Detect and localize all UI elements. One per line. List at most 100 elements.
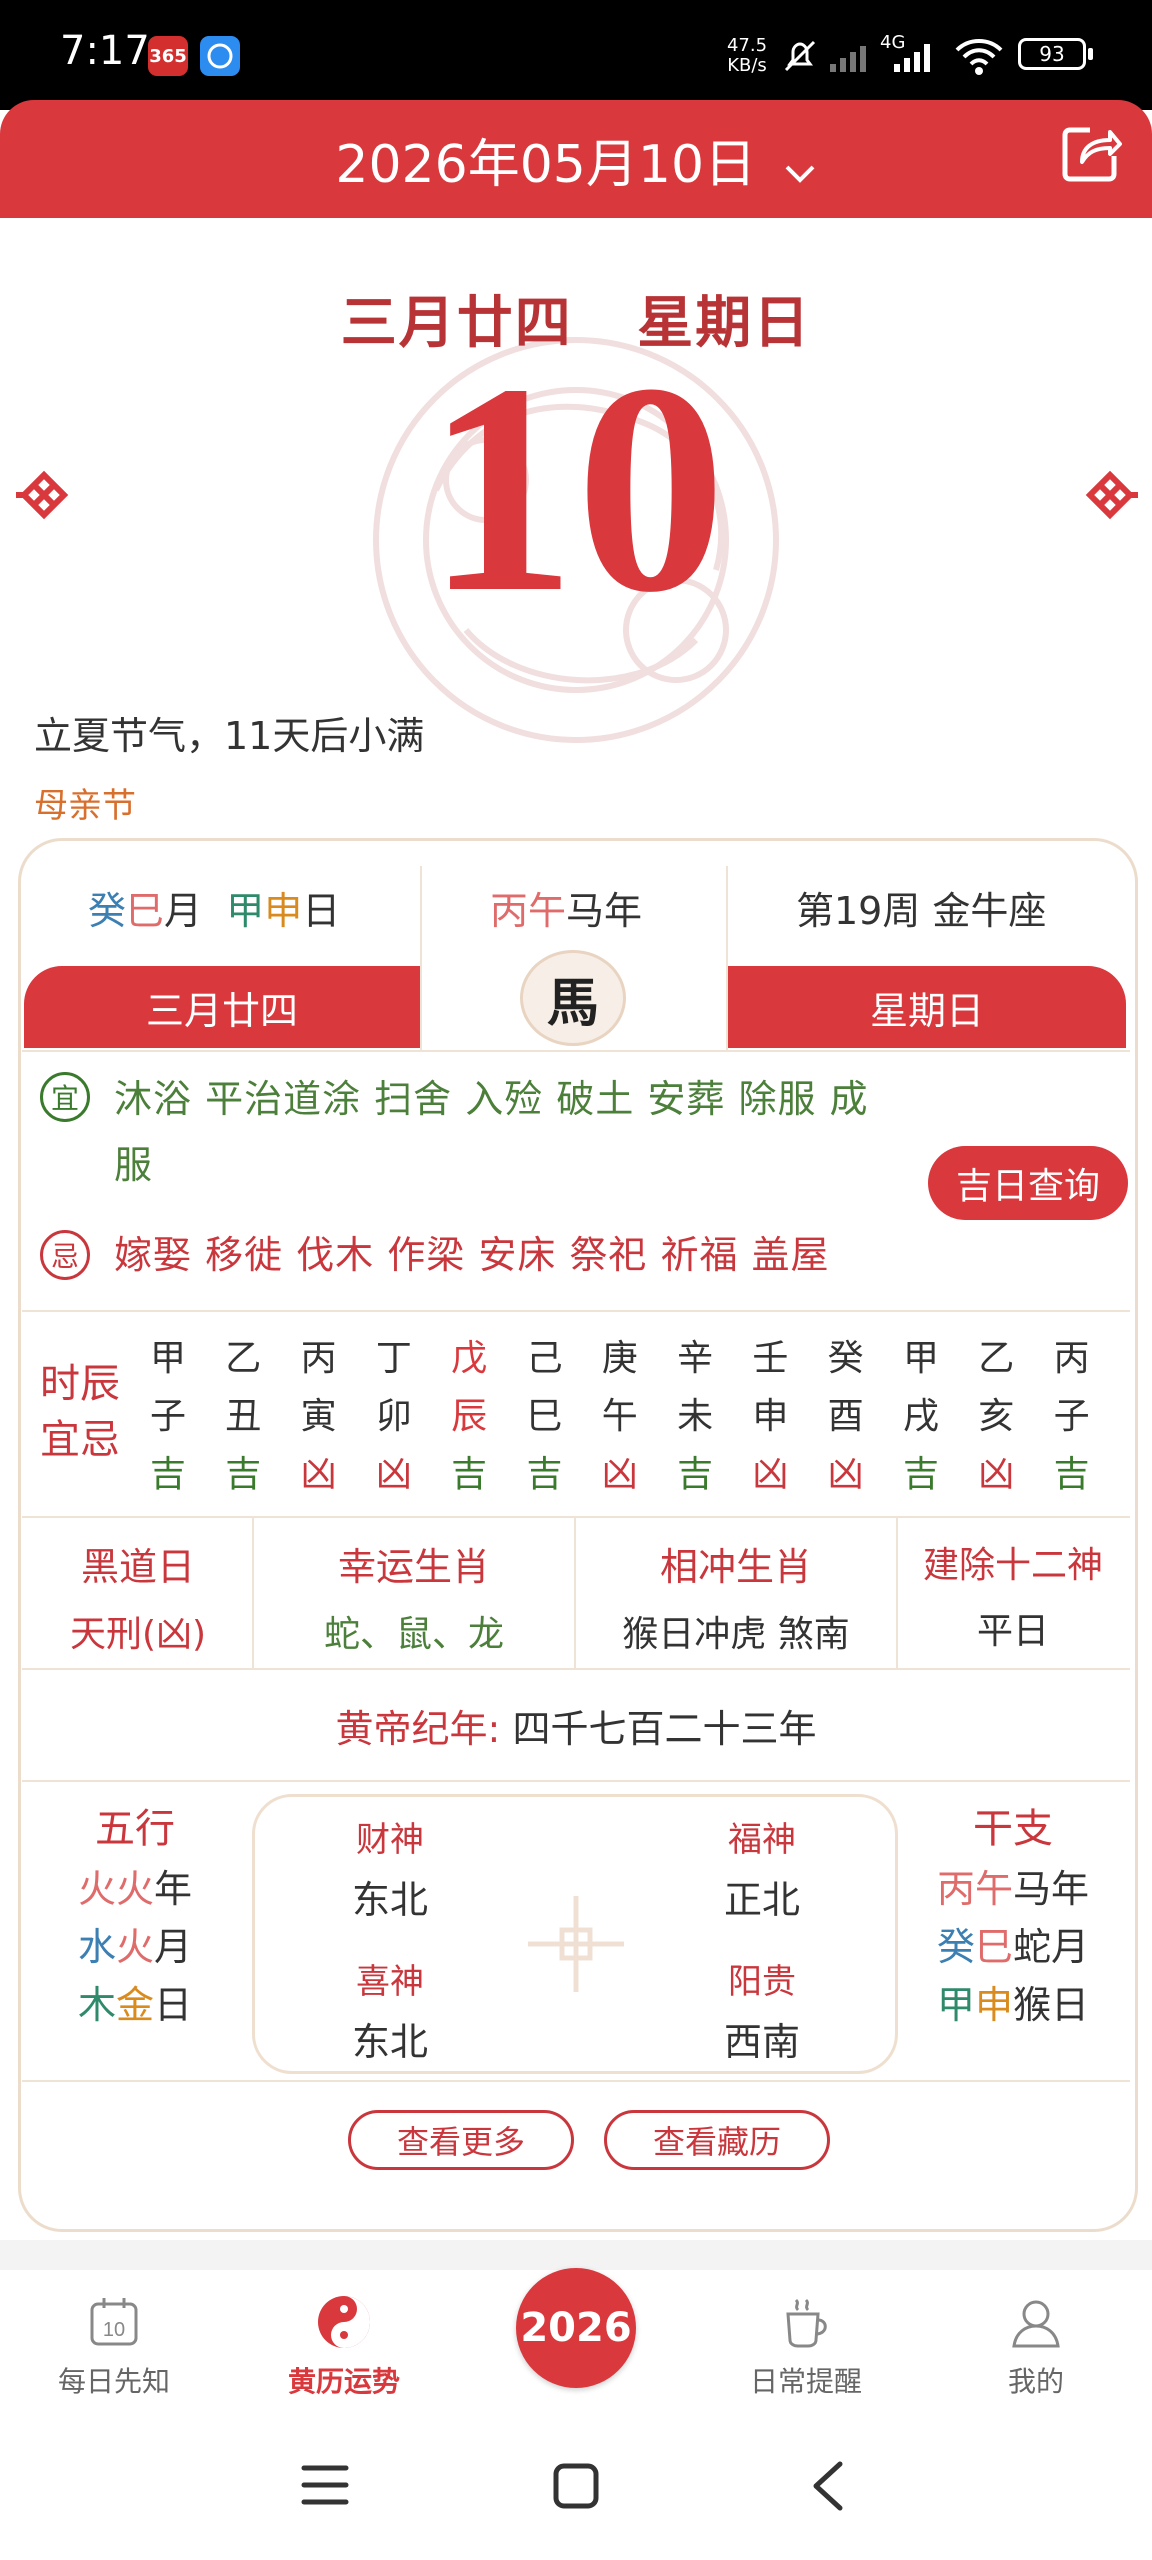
shichen-luck: 凶 — [375, 1454, 412, 1495]
shichen-luck: 吉 — [1053, 1454, 1090, 1495]
shichen-stem: 甲 — [902, 1338, 939, 1379]
profile-icon — [1008, 2294, 1064, 2350]
shichen-stem: 丙 — [300, 1338, 337, 1379]
yi-badge: 宜 — [40, 1072, 90, 1122]
next-day-knot-icon[interactable] — [1080, 455, 1140, 520]
god-fortune: 福神 正北 — [723, 1820, 800, 1922]
black-day-cell: 黑道日 天刑(凶) — [69, 1545, 207, 1655]
god-joy: 喜神 东北 — [351, 1962, 428, 2064]
shichen-luck: 吉 — [677, 1454, 714, 1495]
nav-almanac-fortune[interactable]: 黄历运势 — [254, 2294, 434, 2400]
shichen-column: 丁卯凶 — [364, 1330, 424, 1504]
shichen-branch: 酉 — [827, 1396, 864, 1437]
battery-tip — [1088, 48, 1093, 60]
home-icon[interactable] — [552, 2462, 600, 2514]
shichen-branch: 巳 — [526, 1396, 563, 1437]
shichen-column: 癸酉凶 — [816, 1330, 876, 1504]
lucky-zodiac-cell: 幸运生肖 蛇、鼠、龙 — [323, 1545, 504, 1655]
ji-badge: 忌 — [40, 1230, 90, 1280]
weekday-bar: 星期日 — [728, 966, 1126, 1048]
solar-term-text: 立夏节气，11天后小满 — [34, 714, 425, 758]
nav-daily-reminder[interactable]: 日常提醒 — [716, 2294, 896, 2400]
shichen-stem: 辛 — [677, 1338, 714, 1379]
compass-cross-icon — [524, 1892, 628, 2000]
shichen-stem: 壬 — [752, 1338, 789, 1379]
date-picker[interactable]: 2026年05月10日 — [0, 122, 1152, 198]
cup-icon — [778, 2294, 834, 2350]
day-number: 10 — [426, 322, 726, 654]
shichen-luck: 凶 — [752, 1454, 789, 1495]
shichen-stem: 己 — [526, 1338, 563, 1379]
yin-yang-icon — [316, 2294, 372, 2350]
shichen-column: 乙丑吉 — [213, 1330, 273, 1504]
battery-indicator: 93 — [1018, 38, 1086, 70]
mute-icon — [780, 36, 820, 80]
shichen-grid: 甲子吉 乙丑吉 丙寅凶 丁卯凶 戊辰吉 己巳吉 庚午凶 辛未吉 壬申凶 癸酉凶 甲戌吉 乙亥凶 丙子吉 — [138, 1330, 1118, 1500]
clash-zodiac-cell: 相冲生肖 猴日冲虎 煞南 — [622, 1545, 850, 1655]
shichen-luck: 吉 — [902, 1454, 939, 1495]
back-icon[interactable] — [808, 2460, 848, 2516]
lunar-date-bar: 三月廿四 — [24, 966, 420, 1048]
shichen-branch: 子 — [1053, 1396, 1090, 1437]
divider — [22, 1780, 1130, 1782]
shichen-luck: 凶 — [978, 1454, 1015, 1495]
yi-activities[interactable]: 沐浴 平治道涂 扫舍 入殓 破土 安葬 除服 成 服 — [114, 1066, 869, 1198]
shichen-column: 甲戌吉 — [891, 1330, 951, 1504]
bottom-navigation: 10 每日先知 黄历运势 2026 日常提醒 我的 — [0, 2268, 1152, 2412]
week-zodiac-info: 第19周 金牛座 — [796, 889, 1047, 933]
shichen-column: 乙亥凶 — [966, 1330, 1026, 1504]
huangdi-year: 黄帝纪年: 四千七百二十三年 — [335, 1707, 817, 1751]
share-icon[interactable] — [1060, 122, 1122, 188]
shichen-branch: 丑 — [225, 1396, 262, 1437]
nav-profile[interactable]: 我的 — [946, 2294, 1126, 2400]
festival-label[interactable]: 母亲节 — [34, 778, 136, 827]
section-gap — [0, 2240, 1152, 2270]
ganzhi-section: 干支 丙午马年 癸巳蛇月 甲申猴日 — [936, 1806, 1090, 2027]
shichen-luck: 吉 — [451, 1454, 488, 1495]
shichen-branch: 辰 — [451, 1396, 488, 1437]
view-tibetan-calendar-button[interactable]: 查看藏历 — [604, 2110, 830, 2170]
divider — [420, 866, 422, 1050]
shichen-stem: 乙 — [978, 1338, 1015, 1379]
browser-icon — [200, 36, 240, 76]
shichen-stem: 戊 — [451, 1338, 488, 1379]
shichen-branch: 卯 — [375, 1396, 412, 1437]
lucky-day-search-button[interactable]: 吉日查询 — [928, 1146, 1128, 1220]
shichen-column: 戊辰吉 — [439, 1330, 499, 1504]
zodiac-horse-badge: 馬 — [520, 950, 626, 1046]
shichen-branch: 未 — [677, 1396, 714, 1437]
divider — [22, 1516, 1130, 1518]
shichen-column: 丙寅凶 — [289, 1330, 349, 1504]
signal-icon — [886, 40, 938, 78]
shichen-stem: 丙 — [1053, 1338, 1090, 1379]
ganzhi-year: 丙午马年 — [490, 889, 643, 933]
shichen-column: 丙子吉 — [1042, 1330, 1102, 1504]
svg-text:10: 10 — [103, 2319, 125, 2341]
god-wealth: 财神 东北 — [351, 1820, 428, 1922]
shichen-column: 辛未吉 — [665, 1330, 725, 1504]
twelve-gods-cell: 建除十二神 平日 — [922, 1545, 1103, 1652]
shichen-luck: 吉 — [149, 1454, 186, 1495]
shichen-column: 甲子吉 — [138, 1330, 198, 1504]
shichen-luck: 吉 — [526, 1454, 563, 1495]
year-2026-icon[interactable]: 2026 — [516, 2268, 636, 2388]
ji-activities[interactable]: 嫁娶 移徙 伐木 作梁 安床 祭祀 祈福 盖屋 — [114, 1222, 830, 1288]
view-more-button[interactable]: 查看更多 — [348, 2110, 574, 2170]
divider — [22, 1668, 1130, 1670]
wifi-icon — [954, 36, 1004, 80]
shichen-branch: 戌 — [902, 1396, 939, 1437]
prev-day-knot-icon[interactable] — [14, 455, 74, 520]
shichen-stem: 癸 — [827, 1338, 864, 1379]
wuxing-section: 五行 火火年 水火月 木金日 — [77, 1806, 193, 2027]
calendar-365-icon: 365 — [148, 36, 188, 76]
nav-daily-forecast[interactable]: 10 每日先知 — [24, 2294, 204, 2400]
status-time: 7:17 — [60, 28, 150, 74]
menu-icon[interactable] — [300, 2462, 350, 2512]
shichen-luck: 凶 — [827, 1454, 864, 1495]
shichen-branch: 寅 — [300, 1396, 337, 1437]
network-speed: 47.5 KB/s — [726, 35, 768, 76]
divider — [22, 1310, 1130, 1312]
shichen-branch: 子 — [149, 1396, 186, 1437]
shichen-stem: 乙 — [225, 1338, 262, 1379]
date-header: 2026年05月10日 — [0, 100, 1152, 218]
